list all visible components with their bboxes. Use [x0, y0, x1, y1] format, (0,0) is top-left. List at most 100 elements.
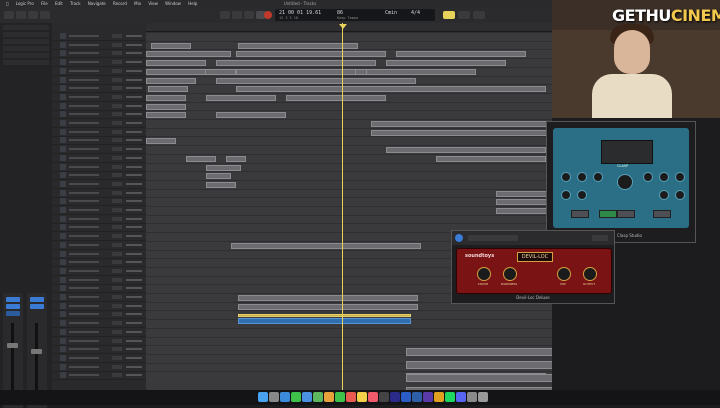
track-header-row[interactable] — [52, 76, 146, 85]
menu-edit[interactable]: Edit — [55, 1, 63, 6]
track-vol[interactable] — [126, 356, 142, 359]
track-header-row[interactable] — [52, 276, 146, 285]
track-ms[interactable] — [112, 86, 122, 91]
track-icon-icon[interactable] — [60, 276, 66, 283]
notes-icon[interactable] — [357, 392, 367, 402]
track-header-row[interactable] — [52, 189, 146, 198]
track-icon-icon[interactable] — [60, 372, 66, 379]
clasp-button-1[interactable] — [571, 210, 589, 218]
track-vol[interactable] — [126, 252, 142, 255]
chrome-icon[interactable] — [434, 392, 444, 402]
track-icon-icon[interactable] — [60, 41, 66, 48]
app-menu[interactable]: Logic Pro — [16, 1, 34, 6]
stop-button[interactable] — [244, 11, 254, 19]
track-vol[interactable] — [126, 278, 142, 281]
audio-region[interactable] — [386, 60, 506, 67]
track-header-row[interactable] — [52, 310, 146, 320]
track-vol[interactable] — [126, 52, 142, 55]
audio-region[interactable] — [371, 121, 551, 127]
mix-knob[interactable] — [557, 267, 571, 281]
track-icon-icon[interactable] — [60, 224, 66, 231]
track-header-row[interactable] — [52, 145, 146, 155]
track-header-row[interactable] — [52, 302, 146, 311]
track-header-row[interactable] — [52, 223, 146, 233]
send-slot[interactable] — [6, 311, 20, 316]
track-vol[interactable] — [126, 365, 142, 368]
music-icon[interactable] — [368, 392, 378, 402]
track-header-row[interactable] — [52, 136, 146, 146]
track-header-row[interactable] — [52, 215, 146, 224]
track-vol[interactable] — [126, 269, 142, 272]
track-header-row[interactable] — [52, 363, 146, 372]
track-header-row[interactable] — [52, 258, 146, 268]
plugin-slot[interactable] — [6, 304, 20, 309]
trash-icon[interactable] — [478, 392, 488, 402]
track-icon-icon[interactable] — [60, 337, 66, 344]
track-icon-icon[interactable] — [60, 85, 66, 92]
audio-region[interactable] — [406, 374, 552, 382]
track-icon-icon[interactable] — [60, 311, 66, 318]
track-vol[interactable] — [126, 113, 142, 116]
track-header-row[interactable] — [52, 267, 146, 276]
logic-icon[interactable] — [379, 392, 389, 402]
track-header-row[interactable] — [52, 171, 146, 181]
track-ms[interactable] — [112, 260, 122, 265]
crush-knob[interactable] — [477, 267, 491, 281]
track-icon-icon[interactable] — [60, 320, 66, 327]
playhead-marker-icon[interactable] — [339, 24, 347, 29]
clasp-button-3[interactable] — [617, 210, 635, 218]
quick-help-button[interactable] — [28, 11, 38, 19]
audio-region[interactable] — [148, 86, 188, 93]
knob-8[interactable] — [577, 190, 587, 200]
track-ms[interactable] — [112, 68, 122, 73]
power-icon[interactable] — [455, 234, 463, 242]
track-vol[interactable] — [126, 95, 142, 98]
audio-region[interactable] — [238, 42, 358, 49]
inspector-button[interactable] — [16, 11, 26, 19]
track-ms[interactable] — [112, 251, 122, 256]
track-header-row[interactable] — [52, 197, 146, 207]
clasp-button-4[interactable] — [653, 210, 671, 218]
track-vol[interactable] — [126, 182, 142, 185]
clasp-button-2[interactable] — [599, 210, 617, 218]
track-icon-icon[interactable] — [60, 180, 66, 187]
audio-region[interactable] — [146, 103, 186, 110]
menu-window[interactable]: Window — [165, 1, 181, 6]
track-header-row[interactable] — [52, 119, 146, 128]
track-ms[interactable] — [112, 208, 122, 212]
track-ms[interactable] — [112, 225, 122, 230]
track-icon-icon[interactable] — [60, 67, 66, 74]
track-icon-icon[interactable] — [60, 137, 66, 144]
track-ms[interactable] — [112, 173, 122, 178]
track-vol[interactable] — [126, 87, 142, 90]
menu-file[interactable]: File — [41, 1, 48, 6]
track-header-row[interactable] — [52, 345, 146, 355]
track-vol[interactable] — [126, 209, 142, 211]
track-header-row[interactable] — [52, 154, 146, 163]
audio-region[interactable] — [226, 155, 246, 162]
track-vol[interactable] — [126, 304, 142, 307]
track-vol[interactable] — [126, 330, 142, 333]
track-header-row[interactable] — [52, 128, 146, 137]
forward-button[interactable] — [232, 11, 242, 19]
track-header-row[interactable] — [52, 250, 146, 259]
track-vol[interactable] — [126, 130, 142, 133]
audio-region[interactable] — [146, 112, 186, 119]
track-ms[interactable] — [112, 268, 122, 273]
finder-icon[interactable] — [258, 392, 268, 402]
audio-region[interactable] — [146, 60, 206, 67]
apple-menu[interactable]:  — [6, 1, 8, 6]
track-header-row[interactable] — [52, 93, 146, 102]
audio-region[interactable] — [236, 51, 386, 58]
track-header-row[interactable] — [52, 49, 146, 59]
knob-6[interactable] — [675, 172, 685, 182]
mail-icon[interactable] — [302, 392, 312, 402]
track-icon-icon[interactable] — [60, 128, 66, 135]
knob-5[interactable] — [659, 172, 669, 182]
track-icon-icon[interactable] — [60, 111, 66, 118]
track-vol[interactable] — [126, 226, 142, 229]
track-icon-icon[interactable] — [60, 59, 66, 66]
audio-region[interactable] — [371, 129, 551, 136]
track-icon-icon[interactable] — [60, 346, 66, 353]
track-vol[interactable] — [126, 35, 142, 37]
